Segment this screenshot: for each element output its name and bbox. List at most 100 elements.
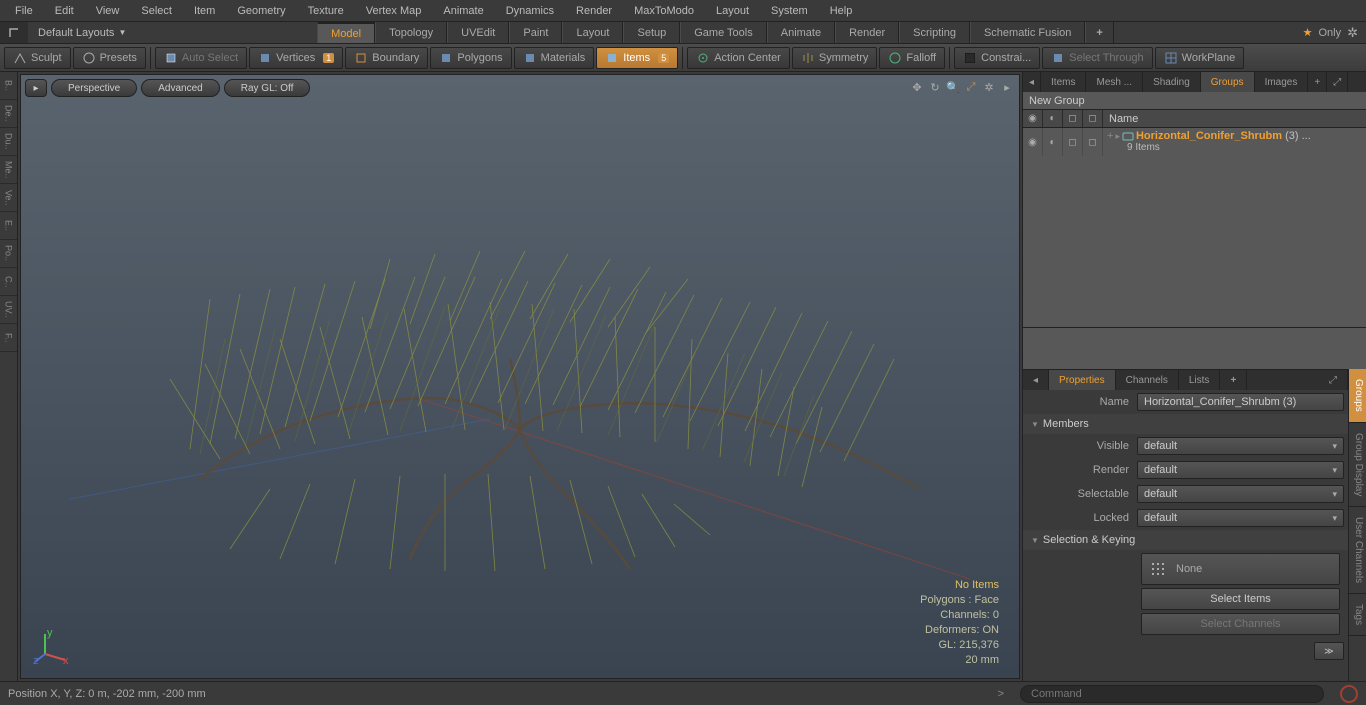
ptab-channels[interactable]: Channels <box>1116 370 1179 390</box>
sidetab-tags[interactable]: Tags <box>1349 594 1366 636</box>
prop-selectable-dropdown[interactable]: default <box>1137 485 1344 503</box>
gutter-vertex[interactable]: Ve.. <box>0 184 17 212</box>
rtab-shading[interactable]: Shading <box>1143 72 1201 92</box>
row-vis-icon[interactable]: ◉ <box>1023 128 1043 156</box>
tab-scripting[interactable]: Scripting <box>899 22 970 43</box>
tab-animate[interactable]: Animate <box>767 22 835 43</box>
gutter-duplicate[interactable]: Du.. <box>0 128 17 156</box>
rtab-groups[interactable]: Groups <box>1201 72 1255 92</box>
tab-gametools[interactable]: Game Tools <box>680 22 767 43</box>
layout-selector[interactable]: Default Layouts ▼ <box>28 27 136 39</box>
col-render-icon[interactable]: ◐ <box>1043 110 1063 127</box>
actioncenter-button[interactable]: Action Center <box>687 47 790 69</box>
autoselect-button[interactable]: Auto Select <box>155 47 247 69</box>
tab-layout[interactable]: Layout <box>562 22 623 43</box>
gutter-polygon[interactable]: Po.. <box>0 240 17 268</box>
panel-collapse-icon[interactable]: ◂ <box>1023 72 1041 92</box>
gutter-f[interactable]: F.. <box>0 324 17 352</box>
menu-edit[interactable]: Edit <box>44 0 85 21</box>
sidetab-userchannels[interactable]: User Channels <box>1349 507 1366 594</box>
menu-layout[interactable]: Layout <box>705 0 760 21</box>
gutter-curve[interactable]: C.. <box>0 268 17 296</box>
axis-gizmo[interactable]: y x z <box>33 626 73 666</box>
viewport-shading-pill[interactable]: Advanced <box>141 79 219 97</box>
prop-visible-dropdown[interactable]: default <box>1137 437 1344 455</box>
ptab-expand-icon[interactable]: ⤢ <box>1319 370 1348 390</box>
menu-help[interactable]: Help <box>819 0 864 21</box>
gutter-uv[interactable]: UV.. <box>0 296 17 324</box>
tab-model[interactable]: Model <box>317 22 375 43</box>
polygons-button[interactable]: Polygons <box>430 47 511 69</box>
workplane-button[interactable]: WorkPlane <box>1155 47 1245 69</box>
col-lock-icon[interactable]: ◻ <box>1063 110 1083 127</box>
constraints-button[interactable]: Constrai... <box>954 47 1040 69</box>
row-sel-icon[interactable]: ◻ <box>1083 128 1103 156</box>
command-input[interactable]: Command <box>1020 685 1324 703</box>
menu-dynamics[interactable]: Dynamics <box>495 0 565 21</box>
menu-render[interactable]: Render <box>565 0 623 21</box>
select-channels-button[interactable]: Select Channels <box>1141 613 1340 635</box>
new-group-header[interactable]: New Group <box>1023 92 1366 110</box>
vertices-button[interactable]: Vertices <box>249 47 343 69</box>
ptab-plus[interactable]: + <box>1220 370 1247 390</box>
gutter-mesh[interactable]: Me.. <box>0 156 17 184</box>
selectthrough-button[interactable]: Select Through <box>1042 47 1152 69</box>
sidetab-groups[interactable]: Groups <box>1349 369 1366 423</box>
menu-maxtomodo[interactable]: MaxToModo <box>623 0 705 21</box>
record-button[interactable] <box>1340 685 1358 703</box>
tab-render[interactable]: Render <box>835 22 899 43</box>
menu-texture[interactable]: Texture <box>297 0 355 21</box>
menu-item[interactable]: Item <box>183 0 226 21</box>
tab-add[interactable]: + <box>1085 22 1113 43</box>
prop-name-field[interactable]: Horizontal_Conifer_Shrubm (3) <box>1137 393 1344 411</box>
viewport-camera-pill[interactable]: Perspective <box>51 79 137 97</box>
gutter-deform[interactable]: De.. <box>0 100 17 128</box>
viewport-3d[interactable]: ▸ Perspective Advanced Ray GL: Off ✥ ↻ 🔍… <box>20 74 1020 679</box>
menu-system[interactable]: System <box>760 0 819 21</box>
col-name-label[interactable]: Name <box>1103 113 1366 125</box>
menu-vertexmap[interactable]: Vertex Map <box>355 0 433 21</box>
list-item[interactable]: ◉ ◐ ◻ ◻ + ▸ Horizontal_Conifer_Shrubm (3… <box>1023 128 1366 156</box>
menu-arrow-icon[interactable]: ▸ <box>999 79 1015 95</box>
boundary-button[interactable]: Boundary <box>345 47 428 69</box>
falloff-button[interactable]: Falloff <box>879 47 945 69</box>
tab-uvedit[interactable]: UVEdit <box>447 22 509 43</box>
tab-topology[interactable]: Topology <box>375 22 447 43</box>
prop-collapse-icon[interactable]: ◂ <box>1023 370 1049 390</box>
gear-icon[interactable]: ✲ <box>1347 25 1358 41</box>
tab-schematic[interactable]: Schematic Fusion <box>970 22 1085 43</box>
viewport-raygl-pill[interactable]: Ray GL: Off <box>224 79 311 97</box>
tab-paint[interactable]: Paint <box>509 22 562 43</box>
settings-icon[interactable]: ✲ <box>981 79 997 95</box>
sculpt-button[interactable]: Sculpt <box>4 47 71 69</box>
section-members[interactable]: Members <box>1023 414 1348 434</box>
row-render-icon[interactable]: ◐ <box>1043 128 1063 156</box>
menu-view[interactable]: View <box>85 0 131 21</box>
rtab-items[interactable]: Items <box>1041 72 1086 92</box>
menu-select[interactable]: Select <box>130 0 183 21</box>
menu-file[interactable]: File <box>4 0 44 21</box>
presets-button[interactable]: Presets <box>73 47 146 69</box>
row-lock-icon[interactable]: ◻ <box>1063 128 1083 156</box>
zoom-icon[interactable]: 🔍 <box>945 79 961 95</box>
more-arrows-button[interactable]: ≫ <box>1314 642 1344 660</box>
menu-animate[interactable]: Animate <box>432 0 494 21</box>
select-items-button[interactable]: Select Items <box>1141 588 1340 610</box>
ptab-properties[interactable]: Properties <box>1049 370 1116 390</box>
sidetab-groupdisplay[interactable]: Group Display <box>1349 423 1366 507</box>
col-select-icon[interactable]: ◻ <box>1083 110 1103 127</box>
home-icon[interactable] <box>0 22 28 43</box>
prop-render-dropdown[interactable]: default <box>1137 461 1344 479</box>
tab-setup[interactable]: Setup <box>623 22 680 43</box>
materials-button[interactable]: Materials <box>514 47 595 69</box>
rtab-expand-icon[interactable]: ⤢ <box>1327 72 1348 92</box>
only-label[interactable]: Only <box>1318 27 1341 39</box>
col-visibility-icon[interactable]: ◉ <box>1023 110 1043 127</box>
menu-geometry[interactable]: Geometry <box>226 0 296 21</box>
symmetry-button[interactable]: Symmetry <box>792 47 878 69</box>
selection-mode-picker[interactable]: None <box>1141 553 1340 585</box>
rotate-icon[interactable]: ↻ <box>927 79 943 95</box>
rtab-mesh[interactable]: Mesh ... <box>1086 72 1143 92</box>
ptab-lists[interactable]: Lists <box>1179 370 1221 390</box>
prop-locked-dropdown[interactable]: default <box>1137 509 1344 527</box>
